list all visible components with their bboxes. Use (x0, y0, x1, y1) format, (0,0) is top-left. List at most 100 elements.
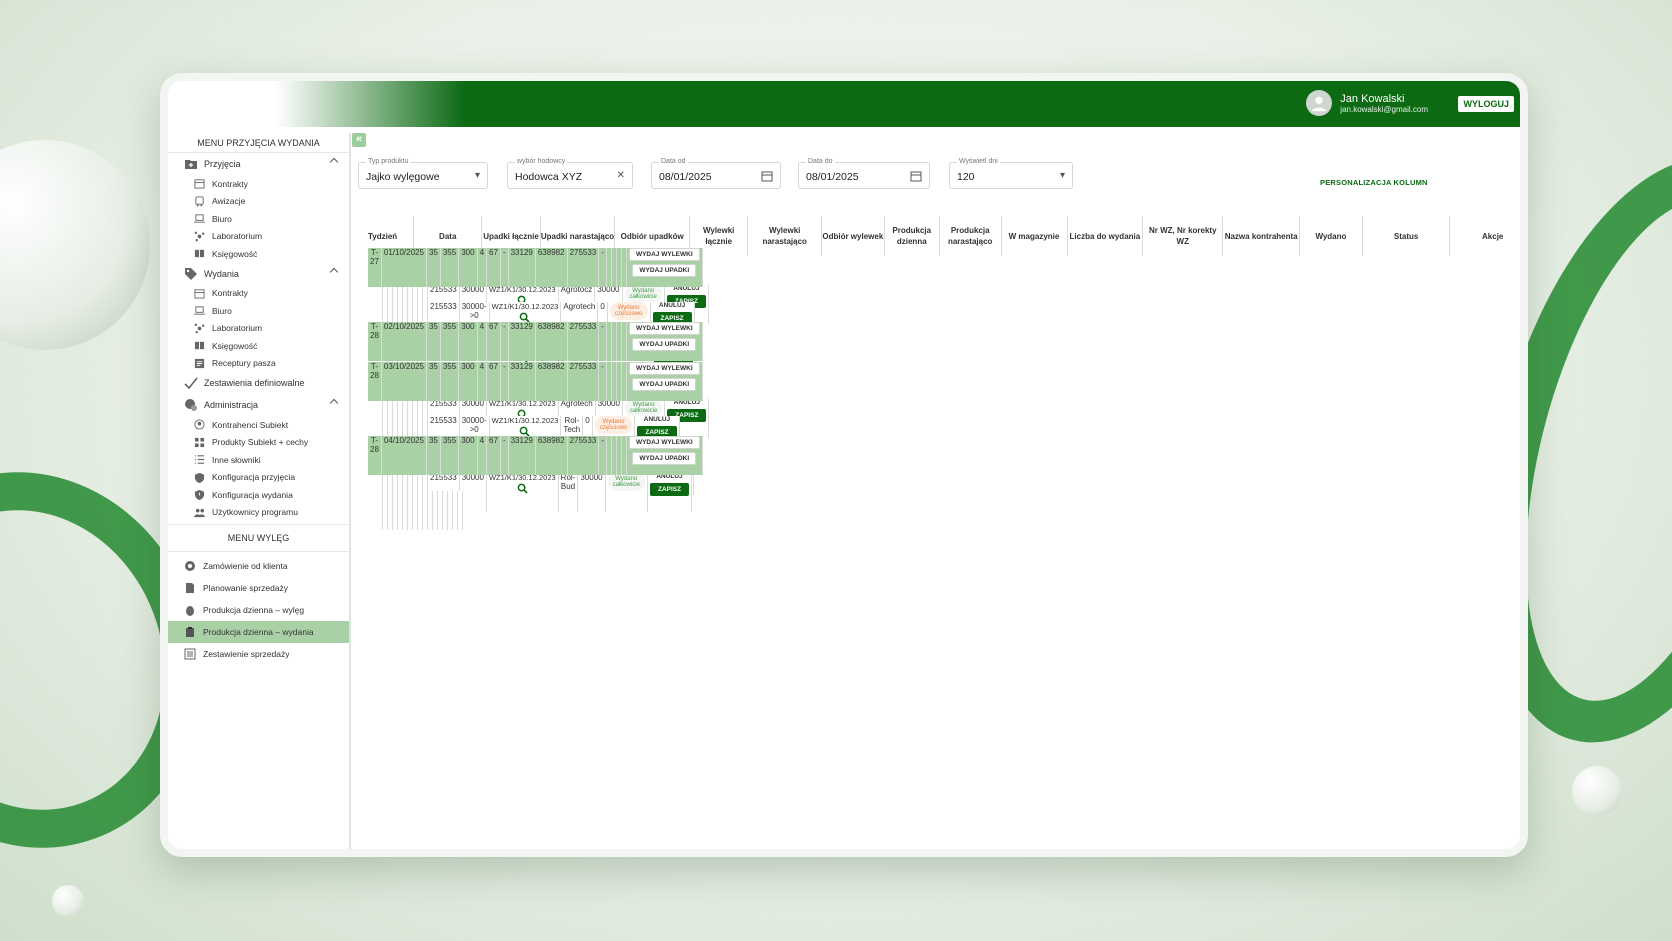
wydaj-upadki-button[interactable]: WYDAJ UPADKI (632, 452, 697, 465)
column-header[interactable]: Liczba do wydania (1067, 216, 1144, 256)
sidebar-item-label: Kontrakty (212, 288, 248, 299)
sidebar-title: MENU PRZYJĘCIA WYDANIA (168, 133, 349, 153)
wydaj-wylewki-button[interactable]: WYDAJ WYLEWKI (628, 322, 700, 335)
table-cell: 67 (487, 247, 501, 287)
sidebar-item-wyd-biuro[interactable]: Biuro (168, 302, 349, 320)
wydaj-wylewki-button[interactable]: WYDAJ WYLEWKI (628, 247, 700, 261)
wydaj-upadki-button[interactable]: WYDAJ UPADKI (632, 377, 697, 391)
date-from-field[interactable]: Data od 08/01/2025 (651, 158, 781, 189)
product-type-select[interactable]: Typ produktu Jajko wylęgowe ▾ (358, 158, 488, 189)
wydaj-wylewki-button[interactable]: WYDAJ WYLEWKI (628, 361, 700, 375)
contractor-cell: Rol-Bud (558, 473, 579, 513)
production-table: Tydzień Data Upadki łącznie Upadki narastaj… (352, 216, 1520, 849)
status-badge: Wydano całkowicie (624, 398, 663, 417)
sidebar-item-wyd-ksiegowosc[interactable]: Księgowość (168, 337, 349, 355)
calendar-icon[interactable] (761, 170, 773, 182)
sidebar-item-biuro[interactable]: Biuro (168, 210, 349, 228)
sidebar-item-produkty[interactable]: Produkty Subiekt + cechy (168, 434, 349, 452)
dropdown-caret-icon[interactable]: ▾ (1060, 170, 1065, 181)
column-header[interactable]: Nazwa kontrahenta (1222, 216, 1301, 256)
collapse-sidebar-button[interactable]: « (352, 133, 366, 147)
sidebar-item-kontrakty[interactable]: Kontrakty (168, 175, 349, 193)
personalize-columns-link[interactable]: PERSONALIZACJA KOLUMN (1320, 178, 1428, 187)
table-cell: 03/10/2025 (381, 361, 427, 401)
date-to-field[interactable]: Data do 08/01/2025 (798, 158, 930, 189)
menu-item-zestawienie[interactable]: Zestawienie sprzedaży (168, 643, 349, 665)
table-cell: 275533 (567, 436, 600, 475)
user-icon (1312, 96, 1327, 112)
sidebar-item-label: Awizacje (212, 196, 246, 207)
table-cell: 67 (487, 322, 501, 361)
divider (168, 551, 349, 552)
table-cell: T-28 (368, 436, 382, 475)
column-header[interactable]: Produkcja narastająco (939, 216, 1002, 256)
anuluj-button[interactable]: ANULUJ (659, 302, 685, 309)
table-cell: 35 (426, 247, 441, 287)
table-cell: 33129 (508, 436, 536, 475)
chevron-up-icon[interactable] (329, 267, 339, 276)
sidebar-item-kontrahenci[interactable]: Kontrahenci Subiekt (168, 416, 349, 434)
column-header[interactable]: Akcje (1449, 216, 1520, 256)
sidebar-item-label: Zestawienia definiowalne (204, 378, 305, 388)
status-cell: Wydano całkowicie (605, 473, 648, 513)
column-header[interactable]: Produkcja dzienna (884, 216, 940, 256)
sidebar-item-konf-przyjecia[interactable]: Konfiguracja przyjęcia (168, 469, 349, 487)
sidebar-item-awizacje[interactable]: Awizacje (168, 193, 349, 211)
sidebar-item-laboratorium[interactable]: Laboratorium (168, 228, 349, 246)
menu-item-planowanie[interactable]: Planowanie sprzedaży (168, 577, 349, 599)
calendar-icon[interactable] (910, 170, 922, 182)
molecule-icon (194, 323, 205, 334)
actions: WYDAJ WYLEWKI WYDAJ UPADKI (628, 436, 700, 465)
column-header[interactable]: Status (1362, 216, 1451, 256)
chevron-up-icon[interactable] (329, 157, 339, 167)
search-icon[interactable] (517, 483, 528, 494)
sidebar-item-label: Laboratorium (212, 323, 263, 334)
table-cell: 04/10/2025 (381, 436, 427, 475)
days-select[interactable]: Wyświetl dni 120 ▾ (949, 158, 1073, 189)
anuluj-button[interactable]: ANULUJ (644, 416, 670, 423)
wydaj-upadki-button[interactable]: WYDAJ UPADKI (632, 263, 697, 277)
breeder-select[interactable]: wybór hodowcy Hodowca XYZ ✕ (507, 158, 633, 189)
molecule-icon (194, 231, 205, 242)
group-row: T-28 04/10/2025 35 355 300 4 67-33129 638982 275… (352, 436, 703, 475)
column-header[interactable]: W magazynie (1001, 216, 1068, 256)
column-header[interactable]: Odbiór wylewek (821, 216, 885, 256)
sidebar-item-slowniki[interactable]: Inne słowniki (168, 451, 349, 469)
sidebar-item-ksiegowosc[interactable]: Księgowość (168, 245, 349, 263)
dropdown-caret-icon[interactable]: ▾ (475, 170, 480, 181)
status-badge: Wydano całkowicie (624, 284, 662, 303)
sidebar-group-wydania[interactable]: Wydania (168, 263, 349, 285)
column-header[interactable]: Wylewki narastająco (747, 216, 822, 256)
logout-button[interactable]: WYLOGUJ (1458, 96, 1514, 112)
wydaj-upadki-button[interactable]: WYDAJ UPADKI (632, 338, 697, 351)
group-row: T-28 03/10/2025 35 355 300 4 67-33129 638982 275… (352, 361, 703, 401)
table-cell: - (599, 436, 607, 475)
field-label: Wyświetl dni (957, 158, 1000, 165)
document-icon (186, 583, 194, 593)
issued-cell: 30000 (578, 473, 606, 513)
menu-item-zamowienie[interactable]: Zamówienie od klienta (168, 555, 349, 577)
sidebar-item-uzytkownicy[interactable]: Użytkownicy programu (168, 504, 349, 522)
column-header[interactable]: Wydano (1299, 216, 1363, 256)
sidebar-item-konf-wydania[interactable]: Konfiguracja wydania (168, 486, 349, 504)
calendar-icon (194, 179, 205, 189)
sidebar-item-wyd-kontrakty[interactable]: Kontrakty (168, 285, 349, 303)
avatar[interactable] (1306, 90, 1333, 116)
actions: WYDAJ WYLEWKI WYDAJ UPADKI (628, 247, 700, 277)
admin-gear-icon (185, 399, 197, 411)
column-header[interactable]: Nr WZ, Nr korekty WZ (1142, 216, 1224, 256)
sidebar-group-przyjecia[interactable]: Przyjęcia (168, 153, 349, 175)
wydaj-wylewki-button[interactable]: WYDAJ WYLEWKI (628, 436, 700, 449)
actions-cell: WYDAJ WYLEWKI WYDAJ UPADKI (626, 436, 703, 475)
chevron-up-icon[interactable] (329, 398, 339, 408)
sidebar-item-zestawienia[interactable]: Zestawienia definiowalne (168, 372, 349, 394)
zapisz-button[interactable]: ZAPISZ (649, 483, 690, 497)
actions: WYDAJ WYLEWKI WYDAJ UPADKI (628, 322, 700, 351)
table-cell: - (500, 436, 509, 475)
clear-icon[interactable]: ✕ (617, 170, 625, 181)
sidebar-item-receptury[interactable]: Receptury pasza (168, 355, 349, 373)
menu-item-produkcja-wyleg[interactable]: Produkcja dzienna – wylęg (168, 599, 349, 621)
sidebar-item-wyd-laboratorium[interactable]: Laboratorium (168, 320, 349, 338)
sidebar-group-administracja[interactable]: Administracja (168, 394, 349, 416)
menu-item-produkcja-wydania[interactable]: Produkcja dzienna – wydania (168, 621, 349, 643)
